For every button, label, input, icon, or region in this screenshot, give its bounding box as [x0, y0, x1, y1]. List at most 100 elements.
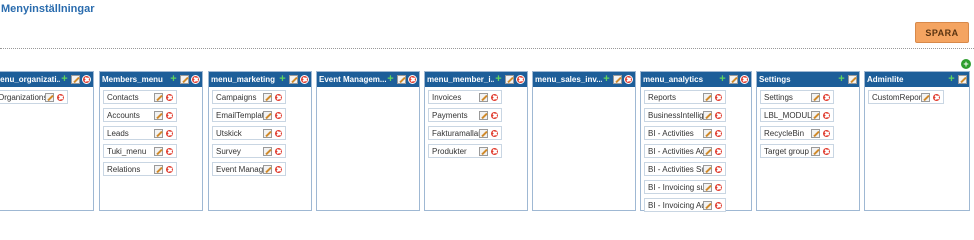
edit-icon[interactable]	[263, 128, 272, 138]
edit-icon[interactable]	[703, 164, 712, 174]
list-item[interactable]: CustomReports	[868, 90, 944, 104]
edit-icon[interactable]	[811, 110, 820, 120]
edit-icon[interactable]	[263, 110, 272, 120]
list-item[interactable]: BI - Activities AdHoc	[644, 144, 726, 158]
save-button[interactable]: SPARA	[915, 22, 969, 43]
delete-icon[interactable]	[274, 164, 283, 174]
edit-icon[interactable]	[263, 92, 272, 102]
list-item[interactable]: Campaigns	[212, 90, 286, 104]
list-item[interactable]: BI - Activities Summary	[644, 162, 726, 176]
edit-icon[interactable]	[703, 182, 712, 192]
add-menu-icon[interactable]: +	[961, 59, 971, 69]
list-item[interactable]: Target group	[760, 144, 834, 158]
delete-icon[interactable]	[932, 92, 941, 102]
list-item[interactable]: LBL_MODULE_MANAGER	[760, 108, 834, 122]
delete-icon[interactable]	[822, 110, 831, 120]
edit-icon[interactable]	[289, 75, 298, 84]
delete-icon[interactable]	[714, 146, 723, 156]
list-item[interactable]: Leads	[103, 126, 177, 140]
edit-icon[interactable]	[263, 164, 272, 174]
list-item[interactable]: Settings	[760, 90, 834, 104]
list-item[interactable]: BI - Activities	[644, 126, 726, 140]
edit-icon[interactable]	[154, 128, 163, 138]
edit-icon[interactable]	[703, 200, 712, 210]
list-item[interactable]: Event Management	[212, 162, 286, 176]
delete-icon[interactable]	[714, 110, 723, 120]
edit-icon[interactable]	[479, 110, 488, 120]
list-item[interactable]: Survey	[212, 144, 286, 158]
delete-icon[interactable]	[408, 75, 417, 84]
add-icon[interactable]: +	[947, 74, 956, 85]
delete-icon[interactable]	[714, 92, 723, 102]
delete-icon[interactable]	[274, 146, 283, 156]
delete-icon[interactable]	[740, 75, 749, 84]
edit-icon[interactable]	[479, 92, 488, 102]
edit-icon[interactable]	[154, 92, 163, 102]
edit-icon[interactable]	[71, 75, 80, 84]
list-item[interactable]: Contacts	[103, 90, 177, 104]
delete-icon[interactable]	[490, 92, 499, 102]
delete-icon[interactable]	[165, 146, 174, 156]
edit-icon[interactable]	[921, 92, 930, 102]
edit-icon[interactable]	[811, 128, 820, 138]
add-icon[interactable]: +	[602, 74, 611, 85]
list-item[interactable]: Tuki_menu	[103, 144, 177, 158]
edit-icon[interactable]	[154, 110, 163, 120]
list-item[interactable]: Accounts	[103, 108, 177, 122]
edit-icon[interactable]	[263, 146, 272, 156]
delete-icon[interactable]	[165, 92, 174, 102]
edit-icon[interactable]	[703, 146, 712, 156]
delete-icon[interactable]	[822, 146, 831, 156]
list-item[interactable]: BusinessIntelligence	[644, 108, 726, 122]
delete-icon[interactable]	[714, 200, 723, 210]
delete-icon[interactable]	[56, 92, 65, 102]
edit-icon[interactable]	[505, 75, 514, 84]
delete-icon[interactable]	[165, 164, 174, 174]
list-item[interactable]: Relations	[103, 162, 177, 176]
delete-icon[interactable]	[82, 75, 91, 84]
edit-icon[interactable]	[811, 92, 820, 102]
list-item[interactable]: Payments	[428, 108, 502, 122]
add-icon[interactable]: +	[837, 74, 846, 85]
list-item[interactable]: BI - Invoicing AdHoc	[644, 198, 726, 212]
edit-icon[interactable]	[811, 146, 820, 156]
edit-icon[interactable]	[180, 75, 189, 84]
edit-icon[interactable]	[154, 164, 163, 174]
delete-icon[interactable]	[191, 75, 200, 84]
edit-icon[interactable]	[848, 75, 857, 84]
edit-icon[interactable]	[703, 92, 712, 102]
delete-icon[interactable]	[624, 75, 633, 84]
delete-icon[interactable]	[714, 164, 723, 174]
delete-icon[interactable]	[274, 92, 283, 102]
delete-icon[interactable]	[822, 128, 831, 138]
edit-icon[interactable]	[45, 92, 54, 102]
list-item[interactable]: Organizations	[0, 90, 68, 104]
list-item[interactable]: Utskick	[212, 126, 286, 140]
delete-icon[interactable]	[714, 128, 723, 138]
edit-icon[interactable]	[479, 128, 488, 138]
list-item[interactable]: RecycleBin	[760, 126, 834, 140]
delete-icon[interactable]	[516, 75, 525, 84]
list-item[interactable]: Invoices	[428, 90, 502, 104]
add-icon[interactable]: +	[278, 74, 287, 85]
add-icon[interactable]: +	[386, 74, 395, 85]
delete-icon[interactable]	[822, 92, 831, 102]
edit-icon[interactable]	[703, 128, 712, 138]
add-icon[interactable]: +	[718, 74, 727, 85]
list-item[interactable]: Fakturamallar	[428, 126, 502, 140]
list-item[interactable]: Produkter	[428, 144, 502, 158]
add-icon[interactable]: +	[60, 74, 69, 85]
delete-icon[interactable]	[490, 128, 499, 138]
edit-icon[interactable]	[703, 110, 712, 120]
delete-icon[interactable]	[165, 110, 174, 120]
delete-icon[interactable]	[274, 110, 283, 120]
delete-icon[interactable]	[300, 75, 309, 84]
list-item[interactable]: BI - Invoicing summary	[644, 180, 726, 194]
delete-icon[interactable]	[274, 128, 283, 138]
add-icon[interactable]: +	[494, 74, 503, 85]
edit-icon[interactable]	[397, 75, 406, 84]
delete-icon[interactable]	[490, 110, 499, 120]
delete-icon[interactable]	[714, 182, 723, 192]
add-icon[interactable]: +	[169, 74, 178, 85]
list-item[interactable]: Reports	[644, 90, 726, 104]
